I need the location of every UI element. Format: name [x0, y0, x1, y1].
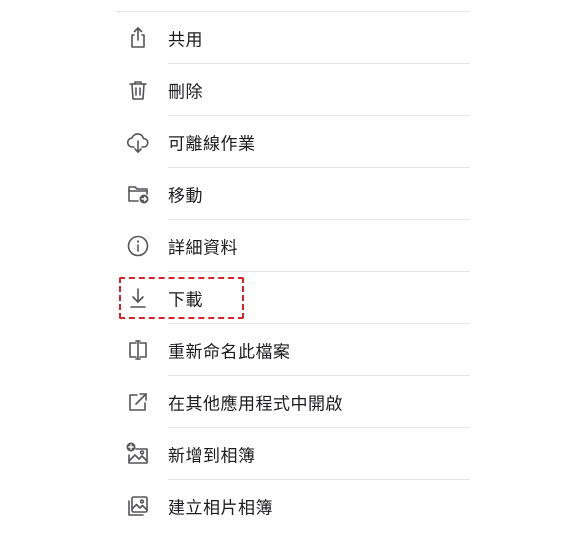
menu-item-label: 刪除 [168, 82, 203, 103]
create-photo-album-icon [126, 494, 150, 518]
folder-move-icon [126, 182, 150, 206]
download-icon [126, 286, 150, 310]
menu-item-download[interactable]: 下載 [116, 272, 470, 324]
menu-item-label: 重新命名此檔案 [168, 342, 291, 363]
menu-item-create-photo-album[interactable]: 建立相片相簿 [116, 480, 470, 532]
menu-item-open-in-other-app[interactable]: 在其他應用程式中開啟 [116, 376, 470, 428]
rename-cursor-icon [126, 338, 150, 362]
menu-item-rename[interactable]: 重新命名此檔案 [116, 324, 470, 376]
menu-item-label: 新增到相簿 [168, 446, 256, 467]
menu-item-label: 可離線作業 [168, 134, 256, 155]
open-external-icon [126, 390, 150, 414]
menu-item-move[interactable]: 移動 [116, 168, 470, 220]
info-icon [126, 234, 150, 258]
menu-item-share[interactable]: 共用 [116, 12, 470, 64]
menu-item-label: 在其他應用程式中開啟 [168, 394, 343, 415]
share-icon [126, 26, 150, 50]
add-to-album-icon [126, 442, 150, 466]
menu-item-add-to-album[interactable]: 新增到相簿 [116, 428, 470, 480]
menu-item-label: 詳細資料 [168, 238, 238, 259]
cloud-download-icon [126, 130, 150, 154]
menu-item-details[interactable]: 詳細資料 [116, 220, 470, 272]
menu-item-make-available-offline[interactable]: 可離線作業 [116, 116, 470, 168]
trash-icon [126, 78, 150, 102]
menu-item-delete[interactable]: 刪除 [116, 64, 470, 116]
menu-item-label: 建立相片相簿 [168, 498, 273, 519]
menu-item-label: 共用 [168, 30, 203, 51]
menu-item-label: 移動 [168, 186, 203, 207]
menu-item-label: 下載 [168, 290, 203, 311]
